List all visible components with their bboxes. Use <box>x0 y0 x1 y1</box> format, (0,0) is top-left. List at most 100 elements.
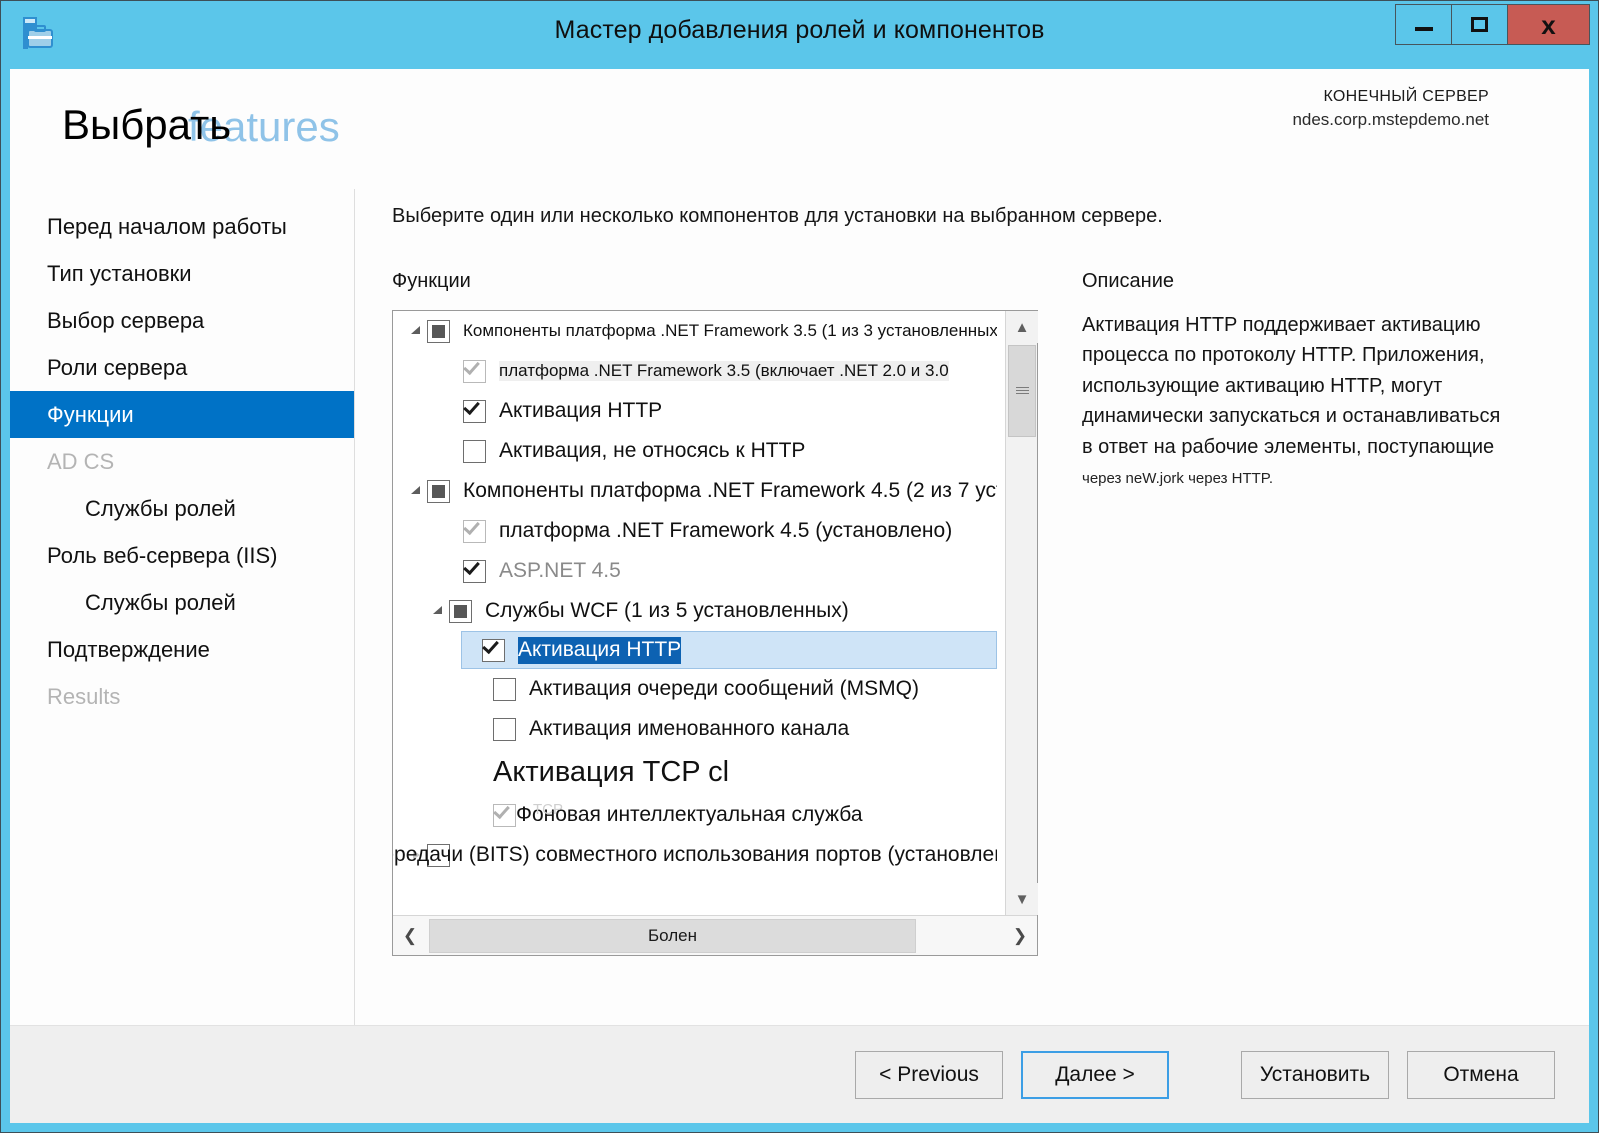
expander-expanded-icon[interactable] <box>405 324 427 338</box>
sidebar-item-label: Функции <box>47 401 134 427</box>
client-area: features Выбрать КОНЕЧНЫЙ СЕРВЕР ndes.co… <box>10 69 1589 1123</box>
sidebar-item-before-you-begin[interactable]: Перед началом работы <box>10 203 354 250</box>
description-body: Активация HTTP поддерживает активацию пр… <box>1082 310 1514 492</box>
tree-row-selected[interactable]: Активация HTTP <box>461 631 997 669</box>
destination-server: КОНЕЧНЫЙ СЕРВЕР ndes.corp.mstepdemo.net <box>1292 85 1489 133</box>
two-column-layout: Функции Компоненты платформа .NET Framew <box>392 270 1589 956</box>
maximize-icon <box>1471 17 1488 32</box>
ghost-text-tcp: TCP <box>533 801 563 818</box>
sidebar-item-role-services-iis[interactable]: Службы ролей <box>10 579 354 626</box>
tree-row-label: ASP.NET 4.5 <box>499 559 621 582</box>
wizard-footer: < Previous Далее > Установить Отмена <box>10 1025 1589 1123</box>
tree-row-label: Активация HTTP <box>499 399 663 422</box>
sidebar-item-confirmation[interactable]: Подтверждение <box>10 626 354 673</box>
content-pane: Выберите один или несколько компонентов … <box>355 189 1589 1025</box>
tree-row[interactable]: Компоненты платформа .NET Framework 4.5 … <box>393 471 997 511</box>
tree-row-label: Активация именованного канала <box>529 717 850 740</box>
tree-row[interactable]: ASP.NET 4.5 <box>393 551 997 591</box>
wizard-window: Мастер добавления ролей и компонентов x … <box>0 0 1599 1133</box>
features-tree[interactable]: Компоненты платформа .NET Framework 3.5 … <box>393 311 997 911</box>
scroll-left-arrow-icon[interactable]: ❮ <box>393 917 427 955</box>
minimize-icon <box>1414 26 1433 31</box>
tree-row-label: передачи (BITS) совместного использовани… <box>393 843 997 866</box>
page-header: features Выбрать КОНЕЧНЫЙ СЕРВЕР ndes.co… <box>10 69 1589 189</box>
tree-row[interactable]: Активация HTTP <box>393 391 997 431</box>
sidebar-item-label: Тип установки <box>47 260 192 286</box>
tree-row-label: Фоновая интеллектуальная служба <box>516 803 863 826</box>
sidebar-item-installation-type[interactable]: Тип установки <box>10 250 354 297</box>
sidebar-item-server-selection[interactable]: Выбор сервера <box>10 297 354 344</box>
close-button[interactable]: x <box>1507 4 1590 45</box>
scroll-grip-icon <box>1015 386 1029 396</box>
tree-row-label: платформа .NET Framework 3.5 (включает .… <box>499 361 949 381</box>
sidebar-item-server-roles[interactable]: Роли сервера <box>10 344 354 391</box>
tree-row[interactable]: платформа .NET Framework 3.5 (включает .… <box>393 351 997 391</box>
previous-button[interactable]: < Previous <box>855 1050 1003 1099</box>
sidebar-item-ad-cs: AD CS <box>10 438 354 485</box>
checkbox-partial[interactable] <box>427 479 450 503</box>
features-listbox[interactable]: Компоненты платформа .NET Framework 3.5 … <box>392 310 1038 956</box>
tree-row[interactable]: Активация именованного канала <box>393 709 997 749</box>
horizontal-scroll-thumb-label: Болен <box>648 925 697 945</box>
tree-vertical-scrollbar[interactable]: ▲ ▼ <box>1005 311 1038 915</box>
scroll-right-arrow-icon[interactable]: ❯ <box>1003 917 1037 955</box>
description-tail-text: через neW.jork через HTTP. <box>1082 469 1274 487</box>
checkbox-checked-disabled <box>463 357 486 383</box>
sidebar-item-label: Выбор сервера <box>47 307 205 333</box>
checkbox-unchecked[interactable] <box>493 677 516 701</box>
tree-row[interactable]: Активация TCP cl <box>393 749 997 795</box>
destination-server-label: КОНЕЧНЫЙ СЕРВЕР <box>1323 88 1489 105</box>
checkbox-checked-disabled <box>463 517 486 543</box>
checkbox-checked[interactable] <box>463 557 486 583</box>
install-button[interactable]: Установить <box>1241 1050 1389 1099</box>
horizontal-scroll-thumb[interactable]: Болен <box>429 918 916 953</box>
sidebar-item-label: AD CS <box>47 448 115 474</box>
cancel-button[interactable]: Отмена <box>1407 1050 1555 1099</box>
checkbox-checked[interactable] <box>463 397 486 423</box>
sidebar-item-results: Results <box>10 673 354 720</box>
tree-row[interactable]: TCP Фоновая интеллектуальная служба <box>393 795 997 835</box>
sidebar-item-label: Роль веб-сервера (IIS) <box>47 542 278 568</box>
tree-row-label: Компоненты платформа .NET Framework 4.5 … <box>463 479 997 502</box>
checkbox-checked-disabled <box>493 801 516 827</box>
sidebar-item-label: Подтверждение <box>47 636 210 662</box>
checkbox-partial[interactable] <box>427 319 450 343</box>
scroll-up-arrow-icon[interactable]: ▲ <box>1006 311 1038 343</box>
tree-row-label: Службы WCF (1 из 5 установленных) <box>485 599 849 622</box>
tree-row-label: Активация TCP cl <box>493 755 730 788</box>
minimize-button[interactable] <box>1395 4 1452 45</box>
expander-expanded-icon[interactable] <box>427 604 449 618</box>
vertical-scroll-thumb[interactable] <box>1008 345 1036 437</box>
next-button[interactable]: Далее > <box>1021 1050 1169 1099</box>
tree-row[interactable]: платформа .NET Framework 4.5 (установлен… <box>393 511 997 551</box>
tree-row-label: Активация, не относясь к HTTP <box>499 439 806 462</box>
checkbox-partial[interactable] <box>449 599 472 623</box>
sidebar-item-features[interactable]: Функции <box>10 391 354 438</box>
tree-row[interactable]: передачи (BITS) совместного использовани… <box>393 835 997 875</box>
description-column-header: Описание <box>1082 270 1175 292</box>
tree-row-label: Активация очереди сообщений (MSMQ) <box>529 677 919 700</box>
tree-row[interactable]: Компоненты платформа .NET Framework 3.5 … <box>393 311 997 351</box>
tree-row[interactable]: Службы WCF (1 из 5 установленных) <box>393 591 997 631</box>
checkbox-unchecked[interactable] <box>493 717 516 741</box>
sidebar-item-label: Перед началом работы <box>47 213 287 239</box>
tree-row-label: платформа .NET Framework 4.5 (установлен… <box>499 519 953 542</box>
wizard-nav: Перед началом работы Тип установки Выбор… <box>10 189 355 1025</box>
description-body-text: Активация HTTP поддерживает активацию пр… <box>1082 314 1501 458</box>
description-column: Описание Активация HTTP поддерживает акт… <box>1040 270 1589 492</box>
sidebar-item-role-services-adcs[interactable]: Службы ролей <box>10 485 354 532</box>
checkbox-checked[interactable] <box>482 636 505 662</box>
scroll-down-arrow-icon[interactable]: ▼ <box>1006 883 1038 915</box>
title-bar: Мастер добавления ролей и компонентов x <box>1 1 1598 69</box>
tree-row[interactable]: Активация, не относясь к HTTP <box>393 431 997 471</box>
expander-expanded-icon[interactable] <box>405 484 427 498</box>
checkbox-unchecked[interactable] <box>463 439 486 463</box>
tree-horizontal-scrollbar[interactable]: ❮ Болен ❯ <box>393 915 1037 955</box>
tree-row-label: Активация HTTP <box>518 636 682 664</box>
body-area: Перед началом работы Тип установки Выбор… <box>10 189 1589 1025</box>
sidebar-item-web-server-role-iis[interactable]: Роль веб-сервера (IIS) <box>10 532 354 579</box>
destination-server-name: ndes.corp.mstepdemo.net <box>1292 110 1489 130</box>
tree-row[interactable]: Активация очереди сообщений (MSMQ) <box>393 669 997 709</box>
maximize-button[interactable] <box>1451 4 1508 45</box>
tree-row-label: Компоненты платформа .NET Framework 3.5 … <box>463 321 997 340</box>
